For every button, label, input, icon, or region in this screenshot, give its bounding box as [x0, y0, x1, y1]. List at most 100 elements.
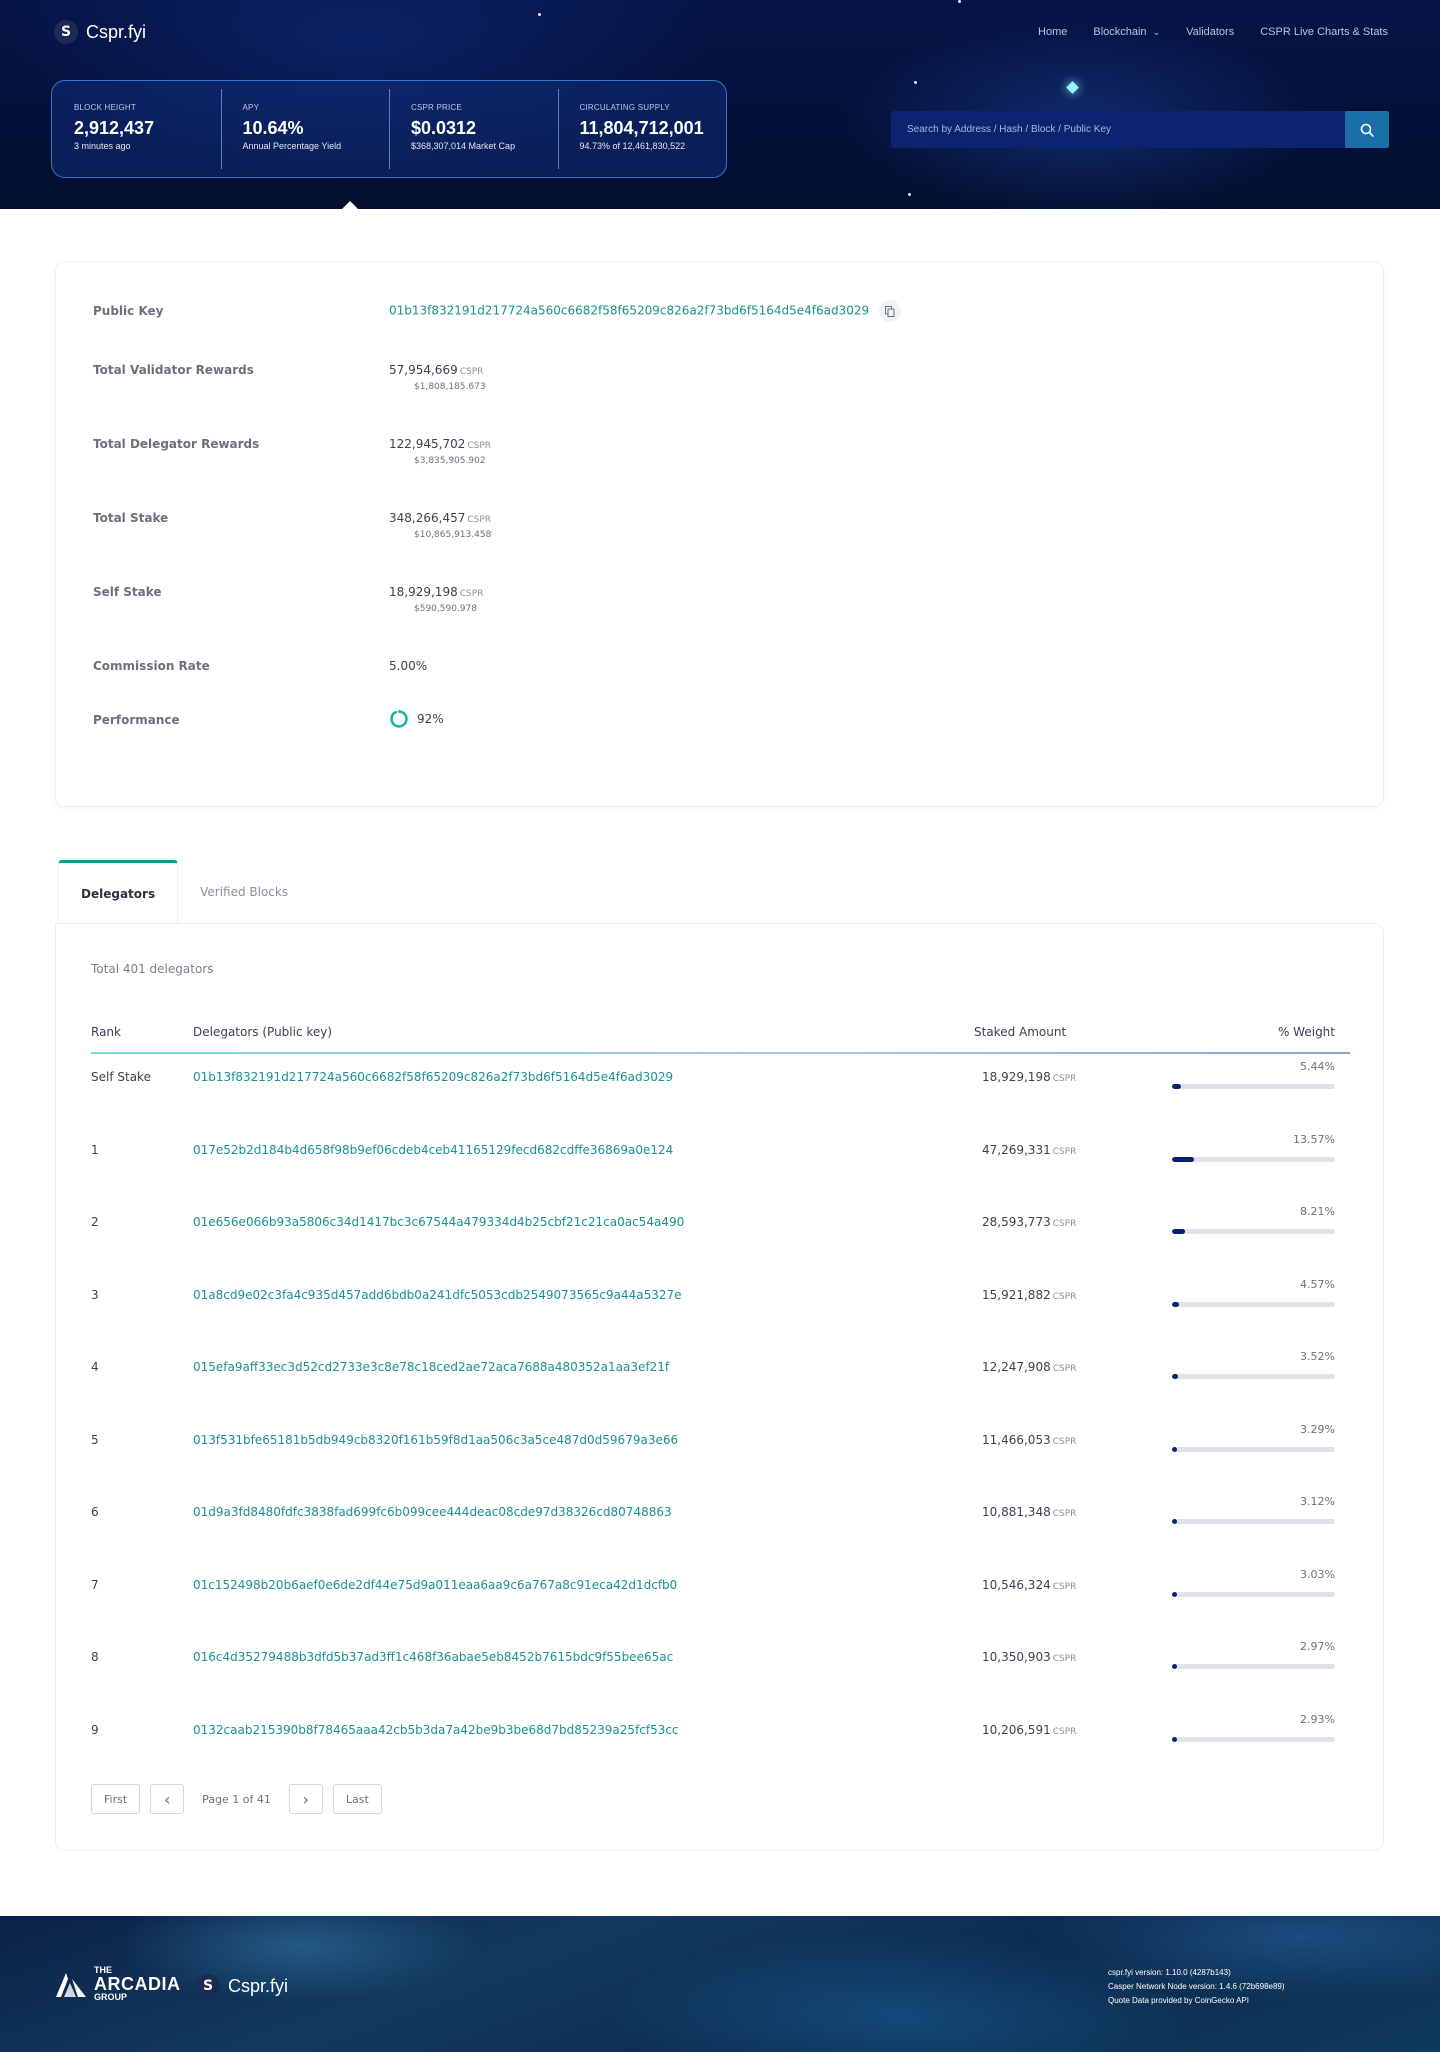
delegator-key-link[interactable]: 01d9a3fd8480fdfc3838fad699fc6b099cee444d… [193, 1505, 672, 1519]
nav-home[interactable]: Home [1038, 26, 1067, 38]
arcadia-group-logo[interactable]: THE ARCADIA GROUP [54, 1966, 181, 2002]
nav-charts-stats[interactable]: CSPR Live Charts & Stats [1260, 26, 1388, 38]
tab-delegators[interactable]: Delegators [58, 860, 179, 924]
network-stats-panel: BLOCK HEIGHT 2,912,437 3 minutes ago APY… [51, 80, 727, 178]
staked-amount: 15,921,882 [982, 1287, 1051, 1302]
usd-amount: $3,835,905.902 [414, 456, 486, 466]
star-decoration [538, 13, 541, 16]
stat-block-height[interactable]: BLOCK HEIGHT 2,912,437 3 minutes ago [52, 81, 221, 177]
arcadia-group: GROUP [94, 1992, 128, 2002]
staked-amount-cell: 10,546,324 CSPR [982, 1578, 1076, 1592]
unit-label: CSPR [459, 367, 484, 377]
active-stat-pointer [342, 201, 358, 209]
info-value: 122,945,702 CSPR $3,835,905.902 [389, 437, 491, 466]
stat-label: CSPR PRICE [411, 103, 462, 112]
tab-verified-blocks[interactable]: Verified Blocks [178, 860, 310, 924]
weight-percent: 13.57% [1293, 1132, 1335, 1146]
usd-amount: $10,865,913.458 [414, 530, 492, 540]
column-rank: Rank [91, 1025, 121, 1039]
stat-sub: 94.73% of 12,461,830,522 [579, 141, 686, 151]
unit-label: CSPR [1052, 1581, 1077, 1592]
weight-bar-fill [1172, 1664, 1177, 1669]
unit-label: CSPR [1052, 1291, 1077, 1302]
search-button[interactable] [1345, 111, 1389, 148]
staked-amount: 11,466,053 [982, 1432, 1051, 1447]
info-label: Self Stake [93, 585, 162, 599]
rank-cell: 6 [91, 1505, 99, 1519]
copy-icon[interactable] [879, 300, 901, 322]
delegator-key-link[interactable]: 01b13f832191d217724a560c6682f58f65209c82… [193, 1070, 673, 1084]
table-row: 5 013f531bfe65181b5db949cb8320f161b59f8d1… [91, 1423, 1350, 1463]
unit-label: CSPR [459, 589, 484, 599]
site-footer: THE ARCADIA GROUP S Cspr.fyi cspr.fyi ve… [0, 1916, 1440, 2052]
site-version: cspr.fyi version: 1.10.0 (4287b143) [1108, 1968, 1231, 1977]
delegator-key-link[interactable]: 01e656e066b93a5806c34d1417bc3c67544a4793… [193, 1215, 684, 1229]
stat-apy: APY 10.64% Annual Percentage Yield [220, 81, 390, 177]
nav-validators[interactable]: Validators [1186, 26, 1234, 38]
unit-label: CSPR [1052, 1074, 1077, 1084]
top-header: S Cspr.fyi Home Blockchain ⌄ Validators … [0, 0, 1440, 209]
rank-cell: 7 [91, 1577, 99, 1592]
weight-bar-fill [1172, 1374, 1178, 1379]
table-row: 9 0132caab215390b8f78465aaa42cb5b3da7a42b… [91, 1713, 1350, 1753]
quote-source: Quote Data provided by CoinGecko API [1108, 1996, 1249, 2005]
site-logo[interactable]: S Cspr.fyi [54, 20, 146, 44]
star-decoration [914, 81, 917, 84]
info-value: 18,929,198 CSPR $590,590.978 [389, 585, 483, 614]
weight-bar [1172, 1736, 1335, 1742]
chevron-down-icon: ⌄ [1152, 26, 1161, 37]
chevron-left-icon: ‹ [163, 1789, 171, 1809]
last-page-button[interactable]: Last [332, 1784, 382, 1814]
unit-label: CSPR [467, 441, 492, 451]
weight-percent: 3.03% [1300, 1567, 1335, 1581]
delegator-key-link[interactable]: 015efa9aff33ec3d52cd2733e3c8e78c18ced2ae… [193, 1360, 669, 1374]
rank-cell: 1 [91, 1142, 99, 1157]
stat-label: BLOCK HEIGHT [74, 103, 136, 112]
unit-label: CSPR [1052, 1364, 1077, 1374]
search-icon [1360, 123, 1374, 137]
rank-cell: 9 [91, 1722, 99, 1737]
weight-bar-fill [1172, 1084, 1181, 1089]
weight-percent: 3.29% [1300, 1422, 1335, 1436]
footer-version-info: cspr.fyi version: 1.10.0 (4287b143) Casp… [1108, 1966, 1285, 2008]
public-key-label: Public Key [93, 304, 164, 318]
next-page-button[interactable]: › [288, 1784, 323, 1814]
public-key-link[interactable]: 01b13f832191d217724a560c6682f58f65209c82… [389, 304, 869, 318]
weight-percent: 3.52% [1300, 1350, 1335, 1363]
nav-blockchain[interactable]: Blockchain ⌄ [1093, 26, 1160, 38]
delegator-key-link[interactable]: 013f531bfe65181b5db949cb8320f161b59f8d1a… [193, 1433, 678, 1447]
pagination: First ‹ Page 1 of 41 › Last [91, 1784, 382, 1814]
total-delegators-label: Total 401 delegators [91, 962, 214, 976]
public-key-value: 01b13f832191d217724a560c6682f58f65209c82… [389, 300, 901, 322]
info-label: Total Validator Rewards [93, 363, 254, 377]
cspr-amount: 18,929,198 [389, 585, 458, 599]
rank-cell: 3 [91, 1287, 99, 1302]
delegator-key-link[interactable]: 017e52b2d184b4d658f98b9ef06cdeb4ceb41165… [193, 1143, 673, 1157]
unit-label: CSPR [1052, 1654, 1077, 1664]
weight-bar [1172, 1591, 1335, 1597]
detail-tabs: Delegators Verified Blocks [58, 860, 310, 924]
staked-amount: 47,269,331 [982, 1142, 1051, 1157]
staked-amount-cell: 11,466,053 CSPR [982, 1433, 1076, 1447]
main-nav: Home Blockchain ⌄ Validators CSPR Live C… [1038, 26, 1388, 38]
search-input[interactable] [891, 110, 1345, 149]
delegator-key-link[interactable]: 01a8cd9e02c3fa4c935d457add6bdb0a241dfc50… [193, 1288, 681, 1302]
stat-label: CIRCULATING SUPPLY [579, 103, 670, 112]
weight-bar-fill [1172, 1519, 1178, 1524]
first-page-button[interactable]: First [91, 1784, 141, 1814]
footer-cspr-logo[interactable]: S Cspr.fyi [196, 1974, 288, 1998]
weight-percent: 4.57% [1300, 1277, 1335, 1291]
delegator-key-link[interactable]: 0132caab215390b8f78465aaa42cb5b3da7a42be… [193, 1723, 679, 1737]
rank-cell: 8 [91, 1650, 99, 1664]
staked-amount-cell: 10,881,348 CSPR [982, 1505, 1076, 1519]
prev-page-button[interactable]: ‹ [150, 1784, 185, 1814]
site-name: Cspr.fyi [86, 21, 147, 42]
staked-amount-cell: 15,921,882 CSPR [982, 1288, 1076, 1302]
delegator-key-link[interactable]: 016c4d35279488b3dfd5b37ad3ff1c468f36abae… [193, 1650, 673, 1664]
delegator-key-link[interactable]: 01c152498b20b6aef0e6de2df44e75d9a011eaa6… [193, 1578, 677, 1592]
staked-amount-cell: 10,350,903 CSPR [982, 1650, 1076, 1664]
unit-label: CSPR [1052, 1219, 1077, 1229]
staked-amount: 10,881,348 [982, 1505, 1051, 1519]
unit-label: CSPR [1052, 1146, 1077, 1157]
weight-bar-fill [1172, 1591, 1177, 1597]
